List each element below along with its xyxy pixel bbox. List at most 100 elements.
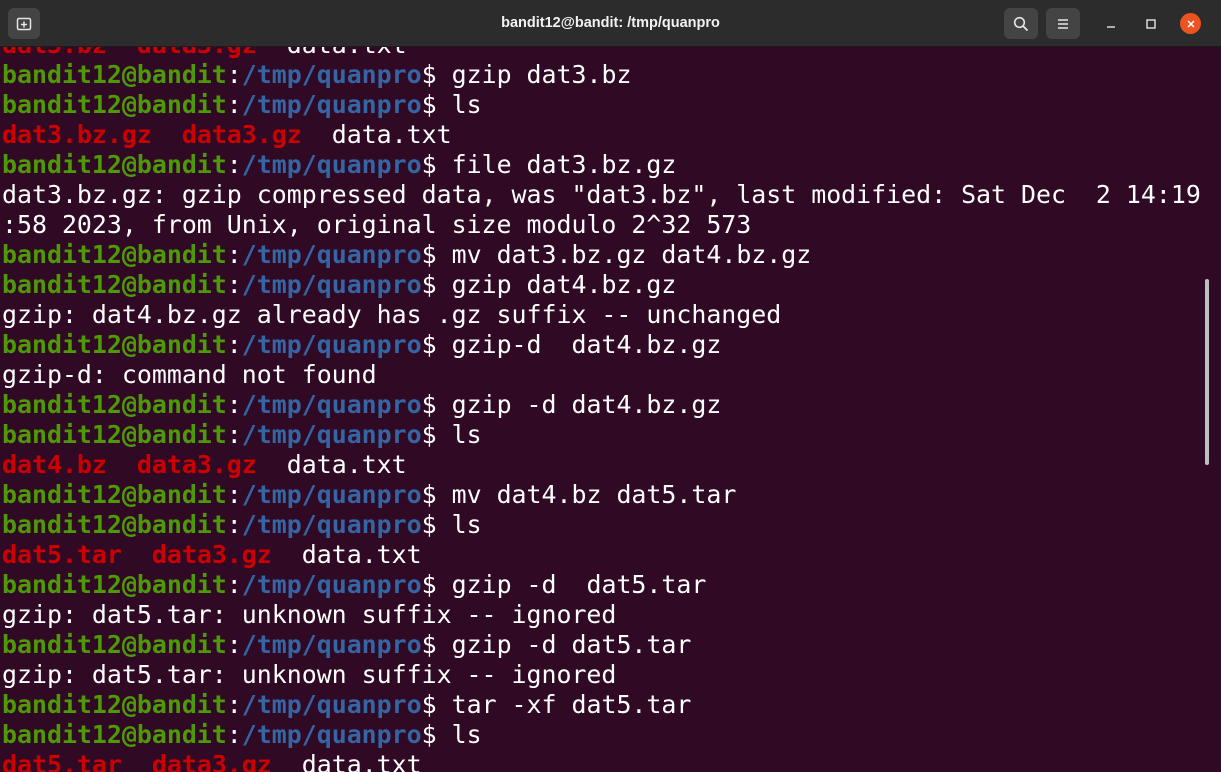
archive-file: dat5.tar [2, 750, 122, 772]
output-line: dat3.bz.gz: gzip compressed data, was "d… [2, 180, 1201, 210]
command-line: bandit12@bandit:/tmp/quanpro$ gzip -d da… [2, 630, 1201, 660]
prompt-path: /tmp/quanpro [241, 630, 422, 659]
prompt-separator: : [226, 420, 242, 449]
prompt-user: bandit12@bandit [2, 630, 227, 659]
prompt-end: $ [421, 150, 452, 179]
prompt-user: bandit12@bandit [2, 60, 227, 89]
close-icon [1186, 19, 1195, 28]
ls-output-line: dat5.tar data3.gz data.txt [2, 540, 1201, 570]
prompt-end: $ [421, 240, 452, 269]
prompt-end: $ [421, 390, 452, 419]
prompt-separator: : [226, 240, 242, 269]
archive-file: data3.gz [151, 750, 272, 772]
command-line: bandit12@bandit:/tmp/quanpro$ ls [2, 420, 1201, 450]
command-text: gzip dat3.bz [451, 60, 632, 89]
prompt-user: bandit12@bandit [2, 720, 227, 749]
close-button[interactable] [1180, 13, 1201, 34]
prompt-path: /tmp/quanpro [241, 720, 422, 749]
menu-button[interactable] [1046, 8, 1080, 39]
prompt-separator: : [226, 270, 242, 299]
prompt-user: bandit12@bandit [2, 690, 227, 719]
output-text: gzip: dat5.tar: unknown suffix -- ignore… [2, 600, 617, 629]
prompt-user: bandit12@bandit [2, 480, 227, 509]
prompt-end: $ [421, 90, 452, 119]
search-icon [1013, 16, 1029, 31]
prompt-path: /tmp/quanpro [241, 270, 422, 299]
output-text: dat3.bz.gz: gzip compressed data, was "d… [2, 180, 1201, 209]
output-text: gzip-d: command not found [2, 360, 377, 389]
prompt-path: /tmp/quanpro [241, 570, 422, 599]
command-text: gzip dat4.bz.gz [451, 270, 677, 299]
prompt-path: /tmp/quanpro [241, 390, 422, 419]
output-line: gzip: dat5.tar: unknown suffix -- ignore… [2, 600, 1201, 630]
output-text: :58 2023, from Unix, original size modul… [2, 210, 752, 239]
prompt-end: $ [421, 510, 452, 539]
terminal-output[interactable]: dat3.bz data3.gz data.txtbandit12@bandit… [0, 47, 1221, 772]
scrollbar-thumb[interactable] [1205, 279, 1209, 465]
archive-file: dat4.bz [2, 450, 107, 479]
prompt-separator: : [226, 570, 242, 599]
output-line: :58 2023, from Unix, original size modul… [2, 210, 1201, 240]
prompt-end: $ [421, 720, 452, 749]
title-bar[interactable]: bandit12@bandit: /tmp/quanpro [0, 0, 1221, 47]
command-text: ls [451, 420, 482, 449]
text-file: data.txt [301, 750, 422, 772]
hamburger-menu-icon [1058, 18, 1068, 29]
command-text: file dat3.bz.gz [451, 150, 677, 179]
archive-file: data3.gz [137, 47, 257, 59]
prompt-separator: : [226, 330, 242, 359]
search-button[interactable] [1004, 8, 1038, 39]
prompt-path: /tmp/quanpro [241, 510, 422, 539]
command-text: gzip-d dat4.bz.gz [451, 330, 722, 359]
ls-output-line: dat3.bz.gz data3.gz data.txt [2, 120, 1201, 150]
terminal-window: bandit12@bandit: /tmp/quanpro bandit12@b… [0, 0, 1221, 772]
command-line: bandit12@bandit:/tmp/quanpro$ gzip-d dat… [2, 330, 1201, 360]
ls-output-line: dat5.tar data3.gz data.txt [2, 750, 1201, 772]
command-line: bandit12@bandit:/tmp/quanpro$ gzip -d da… [2, 570, 1201, 600]
output-line: gzip-d: command not found [2, 360, 1201, 390]
prompt-end: $ [421, 60, 452, 89]
command-line: bandit12@bandit:/tmp/quanpro$ tar -xf da… [2, 690, 1201, 720]
command-line: bandit12@bandit:/tmp/quanpro$ gzip dat4.… [2, 270, 1201, 300]
prompt-user: bandit12@bandit [2, 270, 227, 299]
prompt-path: /tmp/quanpro [241, 60, 422, 89]
prompt-path: /tmp/quanpro [241, 150, 422, 179]
command-text: ls [451, 90, 482, 119]
archive-file: data3.gz [136, 450, 257, 479]
prompt-path: /tmp/quanpro [241, 690, 422, 719]
command-text: ls [451, 510, 482, 539]
command-text: gzip -d dat4.bz.gz [451, 390, 722, 419]
prompt-separator: : [226, 60, 242, 89]
command-line: bandit12@bandit:/tmp/quanpro$ ls [2, 720, 1201, 750]
maximize-button[interactable] [1139, 12, 1162, 35]
command-text: ls [451, 720, 482, 749]
archive-file: data3.gz [181, 120, 302, 149]
prompt-separator: : [226, 630, 242, 659]
command-text: tar -xf dat5.tar [451, 690, 692, 719]
prompt-path: /tmp/quanpro [241, 330, 422, 359]
terminal-lines: dat3.bz data3.gz data.txtbandit12@bandit… [2, 47, 1201, 772]
prompt-separator: : [226, 90, 242, 119]
minimize-button[interactable] [1099, 12, 1122, 35]
command-text: mv dat4.bz dat5.tar [451, 480, 737, 509]
prompt-user: bandit12@bandit [2, 90, 227, 119]
archive-file: dat3.bz [2, 47, 107, 59]
command-line: bandit12@bandit:/tmp/quanpro$ ls [2, 90, 1201, 120]
prompt-separator: : [226, 510, 242, 539]
prompt-separator: : [226, 720, 242, 749]
prompt-separator: : [226, 150, 242, 179]
prompt-end: $ [421, 420, 452, 449]
prompt-path: /tmp/quanpro [241, 90, 422, 119]
command-line: bandit12@bandit:/tmp/quanpro$ gzip -d da… [2, 390, 1201, 420]
command-line: bandit12@bandit:/tmp/quanpro$ mv dat3.bz… [2, 240, 1201, 270]
